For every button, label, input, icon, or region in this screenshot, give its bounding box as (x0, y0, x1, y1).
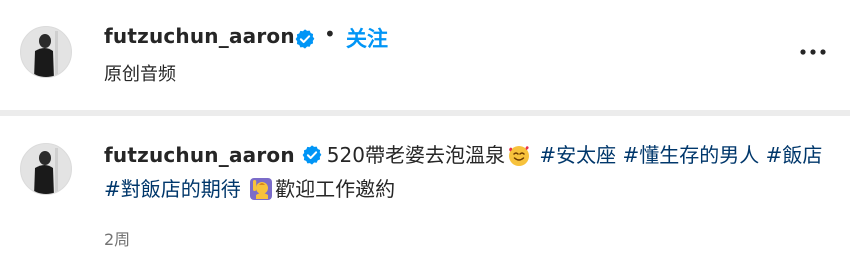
verified-badge-icon (295, 29, 315, 49)
verified-badge-icon (302, 145, 322, 165)
hashtag-link[interactable]: #懂生存的男人 (622, 143, 759, 167)
avatar-image (21, 144, 71, 194)
caption-intro: 520帶老婆去泡溫泉 (326, 143, 505, 167)
caption-outro: 歡迎工作邀約 (275, 177, 396, 201)
post-timestamp[interactable]: 2周 (104, 226, 130, 250)
caption-avatar[interactable] (20, 143, 72, 195)
smiling-face-with-hearts-emoji (508, 146, 529, 166)
avatar-image (21, 27, 71, 77)
post-header: futzuchun_aaron • 关注 原创音频 (0, 0, 850, 110)
original-audio-link[interactable]: 原创音频 (104, 60, 176, 86)
avatar[interactable] (20, 26, 72, 78)
separator-dot: • (324, 22, 336, 46)
caption-text: futzuchun_aaron 520帶老婆去泡溫泉 #安太座 #懂生存的男人 … (104, 138, 824, 206)
person-raising-hand-emoji (250, 178, 273, 200)
header-username[interactable]: futzuchun_aaron (104, 24, 295, 48)
caption-username[interactable]: futzuchun_aaron (104, 143, 295, 167)
hashtag-link[interactable]: #安太座 (539, 143, 616, 167)
follow-button[interactable]: 关注 (346, 23, 388, 53)
post-caption: futzuchun_aaron 520帶老婆去泡溫泉 #安太座 #懂生存的男人 … (0, 116, 850, 274)
hashtag-link[interactable]: #飯店 (766, 143, 823, 167)
hashtag-link[interactable]: #對飯店的期待 (104, 177, 241, 201)
more-horizontal-icon[interactable] (796, 40, 830, 64)
